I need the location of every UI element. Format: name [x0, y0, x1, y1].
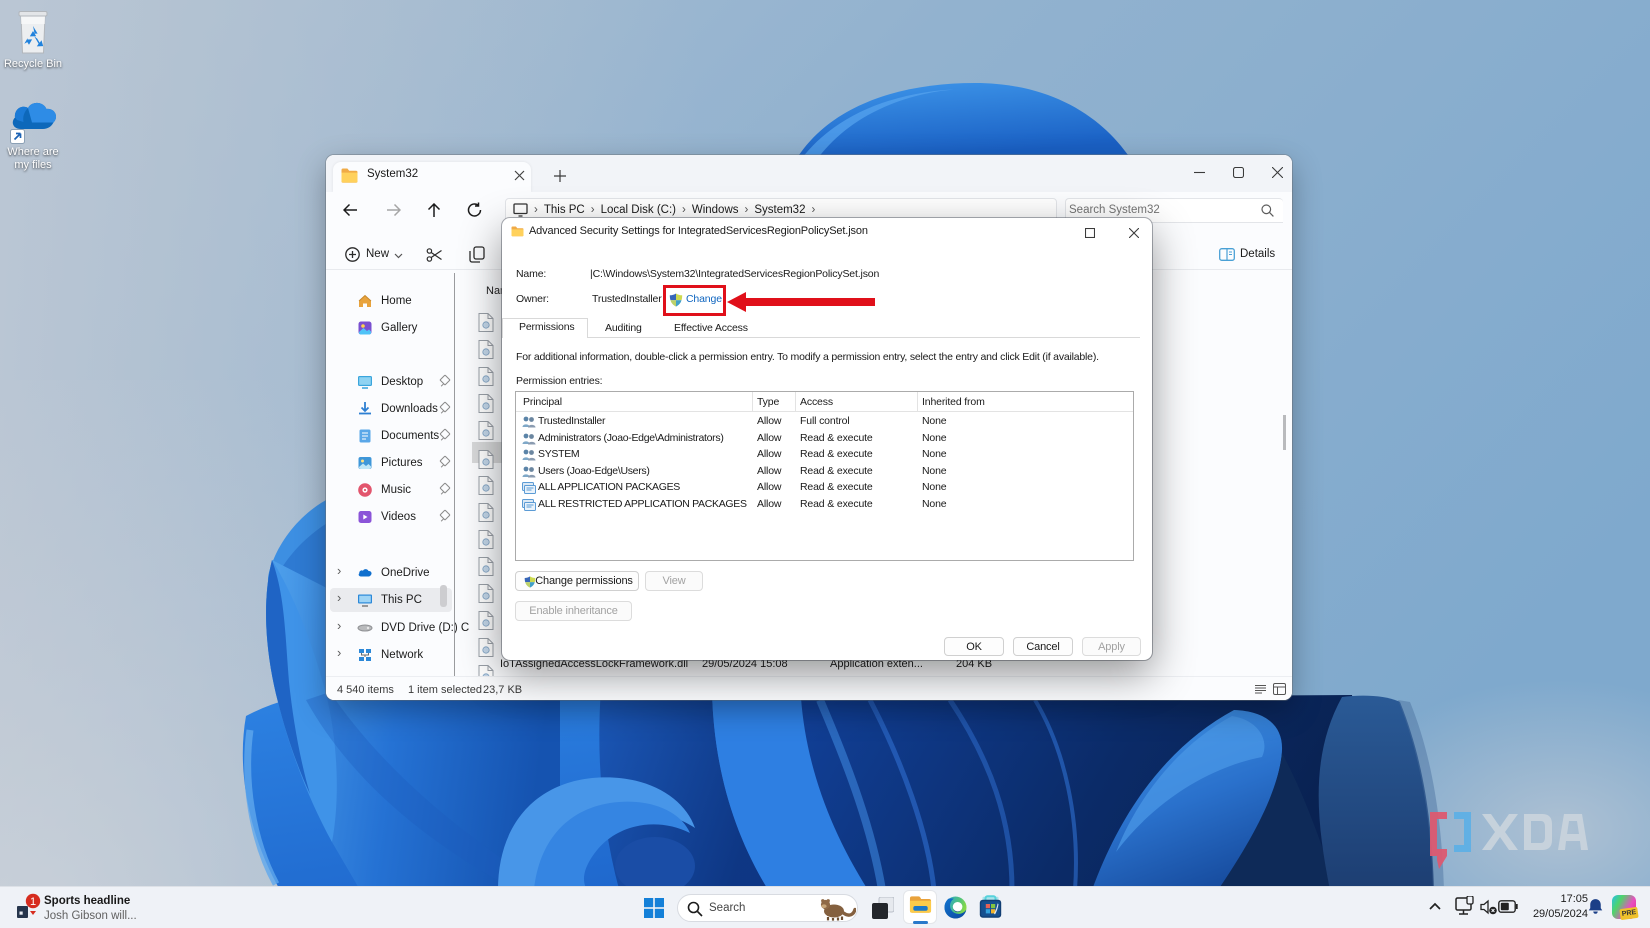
svg-text:1: 1: [30, 896, 36, 908]
